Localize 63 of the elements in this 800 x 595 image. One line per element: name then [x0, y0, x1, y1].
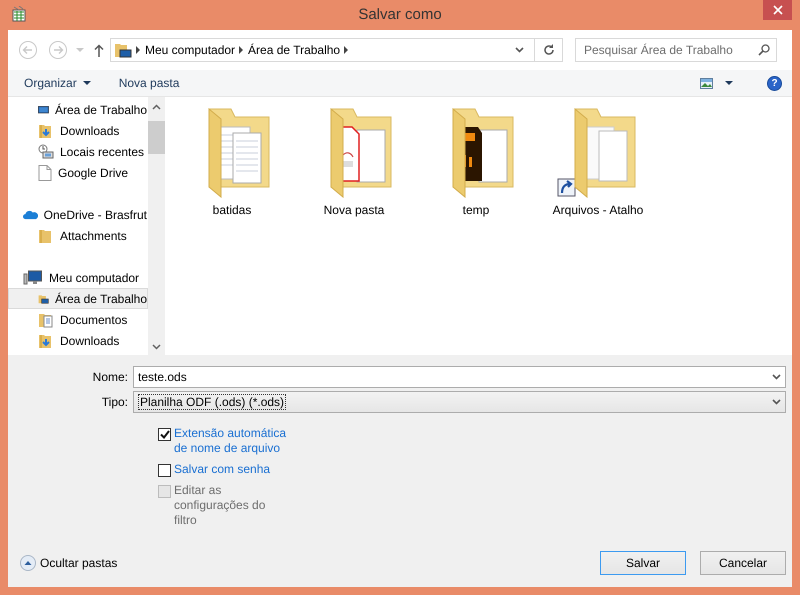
computer-icon [23, 270, 43, 286]
search-icon [758, 44, 770, 56]
name-label: Nome: [92, 369, 128, 386]
sidebar-item[interactable]: Downloads [8, 330, 148, 351]
address-bar[interactable]: Meu computador Área de Trabalho [110, 38, 563, 62]
breadcrumb-arrow-icon [136, 46, 141, 54]
view-caret-button[interactable] [725, 80, 733, 86]
sidebar-item[interactable]: Documentos [8, 309, 148, 330]
breadcrumb-item[interactable]: Meu computador [141, 41, 240, 59]
sidebar-item[interactable]: Downloads [8, 120, 148, 141]
scroll-up-icon [152, 104, 161, 110]
file-type-dropdown[interactable]: Planilha ODF (.ods) (*.ods) [133, 391, 786, 413]
cancel-button[interactable]: Cancelar [700, 551, 786, 575]
breadcrumb-item[interactable]: Área de Trabalho [244, 41, 344, 59]
sidebar-item[interactable]: Google Drive [8, 162, 148, 183]
file-name[interactable]: Arquivos - Atalho [552, 201, 644, 219]
sidebar-item[interactable]: Meu computador [8, 267, 148, 288]
collapse-icon [20, 555, 36, 571]
new-folder-button[interactable]: Nova pasta [112, 74, 186, 92]
scrollbar[interactable] [148, 97, 165, 355]
hide-folders-button[interactable]: Ocultar pastas [20, 554, 118, 572]
organize-menu-button[interactable]: Organizar [18, 74, 97, 92]
chevron-icon [515, 47, 524, 53]
sidebar-item[interactable]: Área de Trabalho [8, 99, 148, 120]
type-label: Tipo: [100, 394, 128, 411]
documents-folder-icon [38, 312, 54, 328]
checkbox[interactable] [158, 428, 171, 441]
chevron-icon [772, 374, 781, 380]
spreadsheet-app-icon [12, 6, 26, 22]
sidebar-item[interactable]: Attachments [8, 225, 148, 246]
scroll-down-icon [152, 344, 161, 350]
chevron-icon [772, 399, 781, 405]
checkbox-label: Salvar com senha [174, 462, 270, 477]
download-folder-icon [38, 332, 54, 348]
download-folder-icon [38, 122, 54, 138]
sidebar-item[interactable]: Locais recentes [8, 141, 148, 162]
refresh-icon [542, 44, 554, 56]
search-field[interactable]: Pesquisar Área de Trabalho [575, 38, 777, 62]
checkbox-label: Editar as configurações do filtro [174, 483, 266, 528]
help-button[interactable]: ? [767, 76, 782, 90]
file-icon [38, 164, 52, 180]
file-name[interactable]: Nova pasta [324, 201, 384, 219]
close-icon [772, 5, 782, 15]
checkbox-label: Extensão automática de nome de arquivo [174, 426, 286, 456]
window-title: Salvar como [358, 4, 442, 25]
scroll-thumb[interactable] [148, 121, 165, 154]
close-button[interactable] [763, 0, 792, 20]
file-name-field[interactable]: teste.ods [133, 366, 786, 388]
file-name[interactable]: temp [462, 201, 490, 219]
cloud-icon [23, 208, 38, 220]
save-button[interactable]: Salvar [600, 551, 686, 575]
folder-icon [38, 228, 54, 244]
file-name[interactable]: batidas [212, 201, 252, 219]
sidebar-item[interactable]: Área de Trabalho [8, 288, 148, 309]
desktop-folder-icon [114, 42, 132, 58]
breadcrumb-arrow-icon [344, 46, 350, 54]
breadcrumb-arrow-icon [239, 46, 244, 54]
view-button[interactable] [700, 78, 713, 88]
checkbox[interactable] [158, 464, 171, 477]
sidebar-item[interactable]: OneDrive - Brasfrut [8, 204, 148, 225]
up-button[interactable] [94, 44, 104, 56]
recent-places-icon [38, 144, 54, 160]
caret-icon [82, 80, 91, 86]
